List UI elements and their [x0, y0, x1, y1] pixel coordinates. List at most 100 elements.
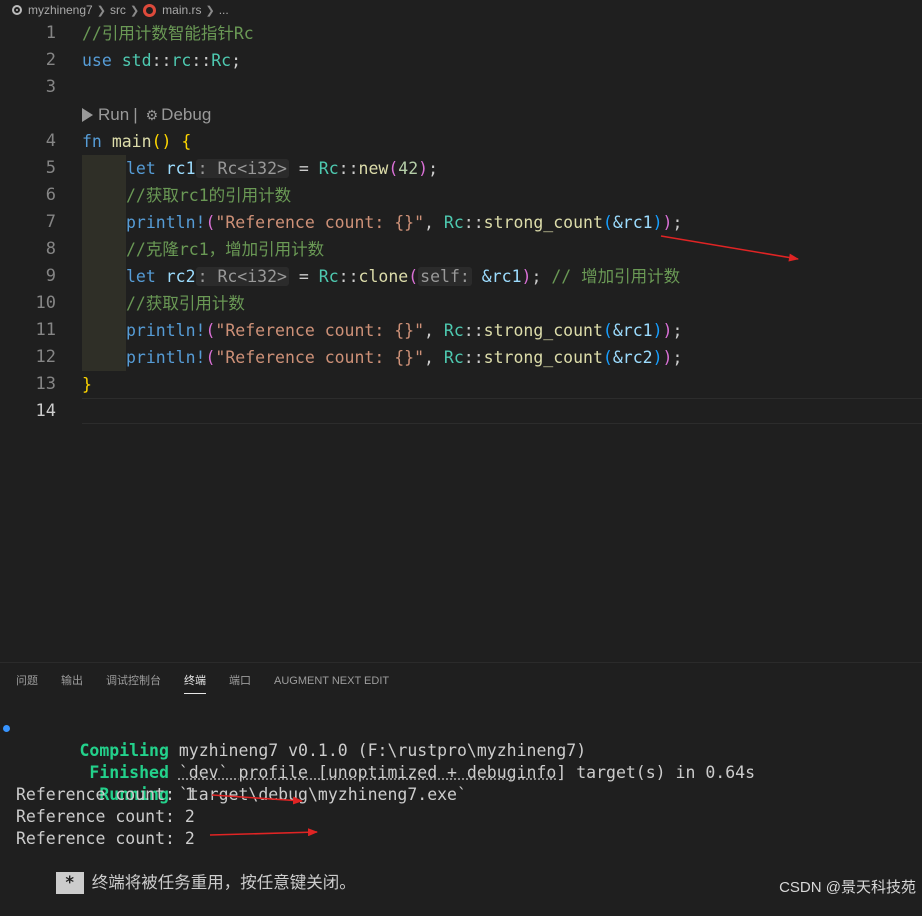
- code-punct: ;: [672, 348, 683, 367]
- indent-guide: [82, 182, 126, 209]
- code-keyword: fn: [82, 132, 102, 151]
- code-bracket: ): [652, 348, 663, 367]
- code-punct: ::: [151, 51, 172, 70]
- code-line[interactable]: 7 println!("Reference count: {}", Rc::st…: [0, 209, 922, 236]
- code-bracket: {: [181, 132, 192, 151]
- code-function: clone: [358, 267, 409, 286]
- terminal-line: Running `target\debug\myzhineng7.exe`: [0, 762, 922, 804]
- line-number: 1: [45, 23, 56, 43]
- code-bracket: (: [205, 213, 216, 232]
- code-line[interactable]: 10 //获取引用计数: [0, 290, 922, 317]
- indent-guide: [82, 236, 126, 263]
- code-line[interactable]: 8 //克隆rc1，增加引用计数: [0, 236, 922, 263]
- code-string: "Reference count: {}": [215, 348, 425, 367]
- run-codelens[interactable]: Run: [98, 102, 129, 128]
- type-hint: : Rc<i32>: [195, 267, 289, 286]
- code-bracket: ): [662, 321, 673, 340]
- breadcrumb: myzhineng7 ❯ src ❯ main.rs ❯ ...: [0, 0, 922, 20]
- code-bracket: }: [82, 375, 92, 394]
- code-macro: println!: [126, 348, 206, 367]
- indent-guide: [82, 155, 126, 182]
- code-punct: ::: [463, 348, 484, 367]
- indent-guide: [82, 344, 126, 371]
- line-number: 13: [35, 374, 56, 394]
- code-string: "Reference count: {}": [215, 321, 425, 340]
- code-path: std: [121, 51, 152, 70]
- gear-icon: ⚙: [145, 107, 159, 123]
- code-bracket: (: [408, 267, 419, 286]
- code-keyword: use: [82, 51, 112, 70]
- terminal[interactable]: Compiling myzhineng7 v0.1.0 (F:\rustpro\…: [0, 718, 922, 894]
- code-editor[interactable]: 1 //引用计数智能指针Rc 2 use std::rc::Rc; 3 Run …: [0, 20, 922, 460]
- line-number: 3: [45, 77, 56, 97]
- indent-guide: [82, 317, 126, 344]
- line-number: 8: [45, 239, 56, 259]
- code-comment: //引用计数智能指针Rc: [82, 24, 254, 43]
- code-punct: ::: [338, 267, 359, 286]
- code-punct: ;: [531, 267, 542, 286]
- line-number: 5: [45, 158, 56, 178]
- debug-codelens[interactable]: Debug: [161, 102, 211, 128]
- code-line[interactable]: 9 let rc2: Rc<i32> = Rc::clone(self: &rc…: [0, 263, 922, 290]
- code-line[interactable]: 13 }: [0, 371, 922, 398]
- code-variable: rc2: [165, 267, 196, 286]
- type-hint-colon: :: [197, 159, 208, 178]
- tab-terminal[interactable]: 终端: [184, 670, 206, 694]
- code-bracket: (: [205, 348, 216, 367]
- code-bracket: ): [418, 159, 429, 178]
- code-macro: println!: [126, 321, 206, 340]
- code-argument: &rc1: [612, 321, 653, 340]
- code-punct: ,: [424, 213, 434, 232]
- code-line[interactable]: 6 //获取rc1的引用计数: [0, 182, 922, 209]
- indent-guide: [82, 290, 126, 317]
- code-keyword: let: [126, 267, 156, 286]
- code-type: Rc: [443, 213, 464, 232]
- code-type: Rc: [318, 159, 339, 178]
- code-line-current[interactable]: 14: [0, 398, 922, 425]
- line-number: 10: [35, 293, 56, 313]
- code-line[interactable]: 3: [0, 74, 922, 101]
- code-type: Rc: [443, 348, 464, 367]
- code-variable: rc1: [165, 159, 196, 178]
- breadcrumb-folder[interactable]: src: [110, 3, 126, 17]
- tab-problems[interactable]: 问题: [16, 670, 38, 692]
- code-punct: =: [298, 267, 309, 286]
- breadcrumb-project[interactable]: myzhineng7: [28, 3, 93, 17]
- code-punct: ,: [424, 321, 434, 340]
- code-line[interactable]: 12 println!("Reference count: {}", Rc::s…: [0, 344, 922, 371]
- play-icon: [82, 108, 93, 122]
- code-line[interactable]: 11 println!("Reference count: {}", Rc::s…: [0, 317, 922, 344]
- terminal-line: * 终端将被任务重用，按任意键关闭。: [0, 850, 922, 894]
- command-status-dot-icon[interactable]: [3, 725, 10, 732]
- breadcrumb-file[interactable]: main.rs: [162, 3, 201, 17]
- code-line[interactable]: 1 //引用计数智能指针Rc: [0, 20, 922, 47]
- code-bracket: (: [602, 213, 613, 232]
- breadcrumb-more[interactable]: ...: [219, 3, 229, 17]
- terminal-output-line: Reference count: 2: [16, 807, 195, 826]
- tab-augment-next-edit[interactable]: AUGMENT NEXT EDIT: [274, 670, 389, 692]
- code-punct: ;: [428, 159, 439, 178]
- indent-guide: [82, 263, 126, 290]
- chevron-right-icon: ❯: [205, 4, 215, 17]
- tab-ports[interactable]: 端口: [229, 670, 251, 692]
- code-punct: ::: [191, 51, 212, 70]
- code-macro: println!: [126, 213, 206, 232]
- code-type: Rc: [211, 51, 232, 70]
- terminal-close-message: 终端将被任务重用，按任意键关闭。: [91, 873, 356, 892]
- line-number: 6: [45, 185, 56, 205]
- code-line[interactable]: 2 use std::rc::Rc;: [0, 47, 922, 74]
- code-bracket: ): [652, 321, 663, 340]
- code-punct: ::: [463, 321, 484, 340]
- tab-debug-console[interactable]: 调试控制台: [106, 670, 161, 692]
- code-type: Rc: [443, 321, 464, 340]
- code-line[interactable]: 4 fn main() {: [0, 128, 922, 155]
- tab-output[interactable]: 输出: [61, 670, 83, 692]
- line-number: 14: [35, 401, 56, 421]
- watermark: CSDN @景天科技苑: [779, 879, 916, 896]
- terminal-line: Finished `dev` profile [unoptimized + de…: [0, 740, 922, 782]
- line-number: 11: [35, 320, 56, 340]
- code-comment: // 增加引用计数: [551, 267, 681, 286]
- code-line[interactable]: 5 let rc1: Rc<i32> = Rc::new(42);: [0, 155, 922, 182]
- code-bracket: ): [662, 348, 673, 367]
- terminal-line: Compiling myzhineng7 v0.1.0 (F:\rustpro\…: [0, 718, 922, 760]
